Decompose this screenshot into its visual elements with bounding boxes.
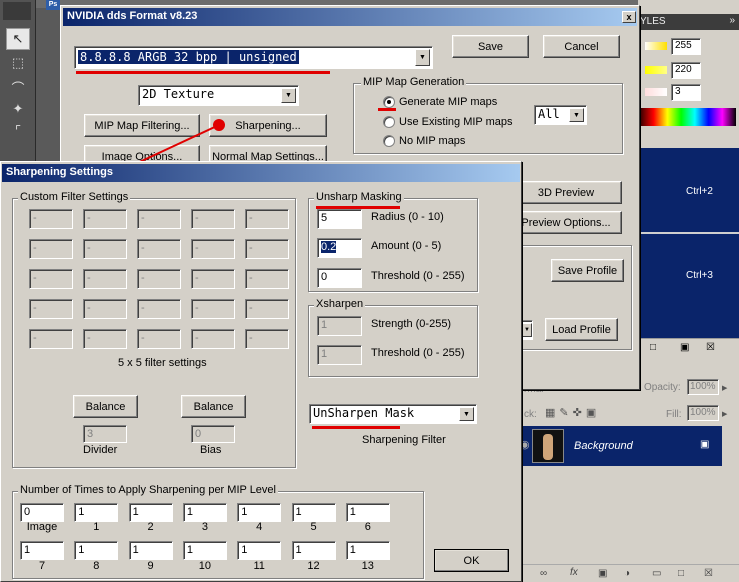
mip-level-field[interactable]: 1 — [74, 541, 119, 560]
mip-level-field[interactable]: 1 — [237, 503, 282, 522]
mip-level-label: 9 — [147, 560, 154, 572]
mip-level-label: 8 — [93, 560, 100, 572]
filter-type-dropdown[interactable]: UnSharpen Mask ▼ — [309, 404, 477, 424]
filter-caption: 5 x 5 filter settings — [118, 357, 207, 369]
filter-type-label: Sharpening Filter — [362, 434, 446, 446]
mip-level-label: 7 — [38, 560, 46, 572]
xsharpen-label: Xsharpen — [314, 298, 366, 310]
mip-level-field[interactable]: 1 — [182, 541, 227, 560]
filter-cell[interactable]: - — [83, 269, 127, 289]
mip-level-label: 11 — [253, 560, 265, 572]
mip-level-label: 10 — [198, 560, 212, 572]
mip-level-label: 1 — [93, 521, 100, 533]
filter-cell[interactable]: - — [83, 299, 127, 319]
mip-level-label: 4 — [256, 521, 263, 533]
mip-level-field[interactable]: 1 — [182, 503, 227, 522]
filter-type-arrow[interactable]: ▼ — [459, 407, 474, 421]
ok-button[interactable]: OK — [434, 549, 509, 572]
filter-cell[interactable]: - — [191, 299, 235, 319]
sharpening-title: Sharpening Settings — [6, 166, 113, 178]
balance-button-divider[interactable]: Balance — [73, 395, 138, 418]
filter-type-underline — [312, 426, 400, 429]
threshold-field[interactable]: 0 — [317, 268, 362, 288]
divider-field[interactable]: 3 — [83, 425, 127, 443]
mip-level-field[interactable]: 0 — [20, 503, 64, 522]
radius-label: Radius (0 - 10) — [371, 211, 444, 223]
mip-level-group-label: Number of Times to Apply Sharpening per … — [18, 484, 278, 496]
xthreshold-label: Threshold (0 - 255) — [371, 347, 465, 359]
mip-level-field[interactable]: 1 — [345, 503, 390, 522]
filter-cell[interactable]: - — [29, 239, 73, 259]
filter-cell[interactable]: - — [191, 209, 235, 229]
filter-cell[interactable]: - — [29, 299, 73, 319]
mip-level-label: 12 — [307, 560, 320, 572]
unsharp-label: Unsharp Masking — [314, 191, 404, 203]
bias-label: Bias — [200, 444, 222, 456]
sharpening-title-bar: Sharpening Settings — [2, 164, 520, 182]
filter-cell[interactable]: - — [137, 329, 181, 349]
amount-label: Amount (0 - 5) — [371, 240, 442, 252]
mip-level-field[interactable]: 1 — [128, 541, 173, 560]
divider-label: Divider — [83, 444, 118, 456]
mip-level-label: 2 — [147, 521, 154, 533]
amount-value: 0.2 — [321, 241, 337, 253]
filter-cell[interactable]: - — [245, 299, 289, 319]
balance-button-bias[interactable]: Balance — [181, 395, 246, 418]
filter-cell[interactable]: - — [245, 239, 289, 259]
mip-level-field[interactable]: 1 — [291, 503, 336, 522]
filter-cell[interactable]: - — [83, 209, 127, 229]
filter-cell[interactable]: - — [245, 209, 289, 229]
mip-level-field[interactable]: 1 — [345, 541, 390, 560]
mip-level-label: 3 — [201, 521, 208, 533]
filter-cell[interactable]: - — [137, 209, 181, 229]
filter-cell[interactable]: - — [29, 269, 73, 289]
mip-level-field[interactable]: 1 — [237, 541, 282, 560]
filter-cell[interactable]: - — [191, 329, 235, 349]
filter-type-value: UnSharpen Mask — [313, 406, 415, 420]
xthreshold-field[interactable]: 1 — [317, 345, 362, 365]
mip-level-field[interactable]: 1 — [291, 541, 336, 560]
filter-cell[interactable]: - — [245, 329, 289, 349]
custom-filter-label: Custom Filter Settings — [18, 191, 131, 203]
strength-field[interactable]: 1 — [317, 316, 362, 336]
filter-cell[interactable]: - — [29, 329, 73, 349]
mip-level-field[interactable]: 1 — [20, 541, 64, 560]
filter-cell[interactable]: - — [191, 269, 235, 289]
filter-cell[interactable]: - — [245, 269, 289, 289]
filter-grid: - - - - - - - - - - - - - - - - - - - - … — [29, 209, 291, 349]
filter-cell[interactable]: - — [137, 239, 181, 259]
mip-level-label: Image — [26, 521, 58, 533]
mip-level-field[interactable]: 1 — [128, 503, 173, 522]
radius-field[interactable]: 5 — [317, 209, 362, 229]
mip-level-label: 6 — [364, 521, 371, 533]
filter-cell[interactable]: - — [29, 209, 73, 229]
bias-field[interactable]: 0 — [191, 425, 235, 443]
mip-level-label: 13 — [361, 560, 374, 572]
threshold-label: Threshold (0 - 255) — [371, 270, 465, 282]
strength-label: Strength (0-255) — [371, 318, 452, 330]
mip-level-label: 5 — [310, 521, 317, 533]
filter-cell[interactable]: - — [191, 239, 235, 259]
amount-field[interactable]: 0.2 — [317, 238, 362, 258]
filter-cell[interactable]: - — [137, 299, 181, 319]
mip-level-field[interactable]: 1 — [74, 503, 119, 522]
filter-cell[interactable]: - — [137, 269, 181, 289]
filter-cell[interactable]: - — [83, 329, 127, 349]
filter-cell[interactable]: - — [83, 239, 127, 259]
